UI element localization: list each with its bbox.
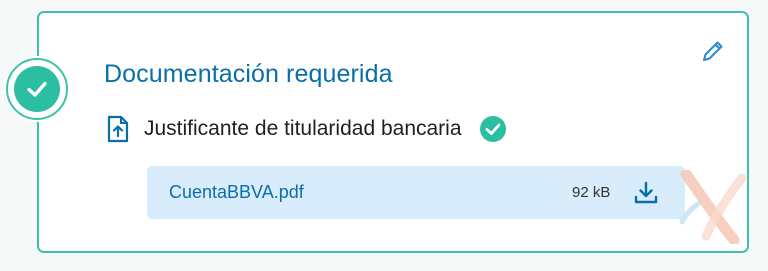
step-status-badge <box>4 56 70 122</box>
download-icon <box>634 181 658 204</box>
edit-button[interactable] <box>698 36 728 66</box>
document-row: Justificante de titularidad bancaria <box>106 113 507 145</box>
file-size: 92 kB <box>572 184 611 201</box>
document-upload-icon <box>107 115 129 143</box>
download-button[interactable] <box>631 178 661 208</box>
pencil-icon <box>703 41 723 61</box>
check-circle-icon <box>14 66 60 112</box>
check-circle-icon <box>479 116 506 142</box>
section-title: Documentación requerida <box>104 60 393 88</box>
file-name[interactable]: CuentaBBVA.pdf <box>169 182 304 203</box>
brand-watermark <box>679 170 747 244</box>
document-label: Justificante de titularidad bancaria <box>144 117 462 140</box>
file-attachment[interactable]: CuentaBBVA.pdf 92 kB <box>147 166 685 219</box>
